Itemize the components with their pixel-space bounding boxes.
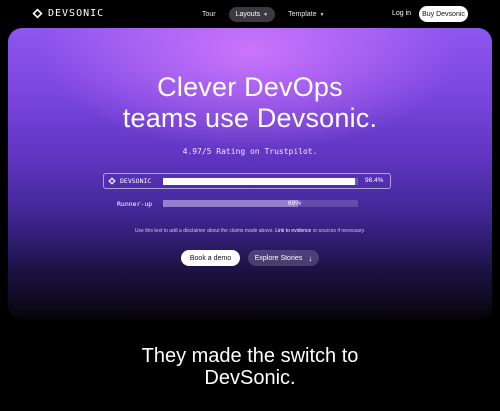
menu-item-label: Tour: [202, 11, 216, 18]
chevron-down-icon: ▼: [263, 11, 269, 18]
main-menu: Tour Layouts ▼ Template ▼: [195, 7, 331, 22]
comparison-label-devsonic: DEVSONIC: [108, 177, 151, 185]
hero-title: Clever DevOps teams use Devsonic.: [0, 72, 500, 134]
disclaimer-prefix: Use this text to add a disclaimer about …: [134, 228, 276, 234]
comparison-label-text: Runner-up: [117, 200, 153, 208]
disclaimer-text: Use this text to add a disclaimer about …: [0, 228, 500, 234]
comparison-bar-runner-up: [163, 200, 358, 207]
disclaimer-suffix: or sources if necessary.: [311, 228, 366, 234]
login-link[interactable]: Log in: [392, 10, 411, 17]
rating-text: 4.97/5 Rating on Trustpilot.: [182, 147, 318, 156]
brand-logo[interactable]: DEVSONIC: [32, 8, 104, 19]
hero-title-line: Clever DevOps: [157, 72, 343, 102]
hero-title-line: teams use Devsonic.: [122, 103, 378, 133]
explore-stories-button[interactable]: Explore Stories ↓: [248, 250, 319, 266]
comparison-bar-devsonic: [163, 178, 358, 185]
menu-item-tour[interactable]: Tour: [195, 7, 223, 22]
menu-item-template[interactable]: Template ▼: [281, 7, 331, 22]
devsonic-logo-icon: [32, 8, 43, 19]
section-title-line: They made the switch to: [141, 345, 359, 367]
buy-button[interactable]: Buy Devsonic: [419, 6, 468, 22]
menu-item-label: Template: [288, 11, 317, 18]
section-title: They made the switch to DevSonic.: [0, 345, 500, 389]
top-nav: DEVSONIC Tour Layouts ▼ Template ▼ Log i…: [0, 0, 500, 30]
comparison-value-runner-up: 69%: [288, 200, 302, 207]
comparison-bar-fill: [163, 200, 298, 207]
section-title-line: DevSonic.: [204, 367, 296, 389]
comparison-label-text: DEVSONIC: [120, 177, 152, 185]
chevron-down-icon: ▼: [319, 11, 325, 18]
comparison-bar-fill: [163, 178, 355, 185]
evidence-link[interactable]: Link to evidence: [275, 228, 311, 234]
book-demo-button[interactable]: Book a demo: [181, 250, 240, 266]
explore-stories-label: Explore Stories: [254, 254, 303, 262]
comparison-label-runner-up: Runner-up: [117, 200, 152, 208]
menu-item-label: Layouts: [235, 11, 261, 18]
arrow-down-icon: ↓: [308, 253, 313, 263]
comparison-value-devsonic: 98.4%: [365, 177, 384, 184]
menu-item-layouts[interactable]: Layouts ▼: [228, 7, 276, 22]
brand-name: DEVSONIC: [48, 8, 105, 19]
devsonic-logo-icon: [108, 177, 116, 185]
